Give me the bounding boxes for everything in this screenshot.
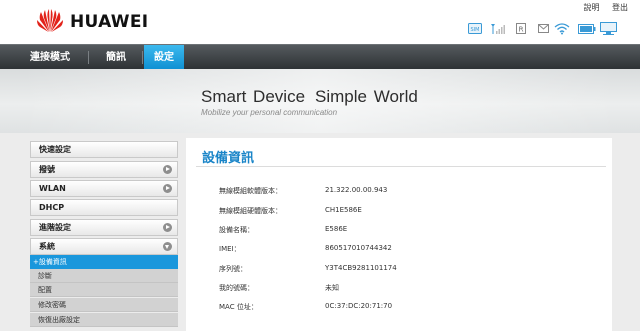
sidebar-item-advanced[interactable]: 進階設定: [30, 219, 178, 236]
help-link[interactable]: 說明: [583, 3, 599, 12]
main-nav: 連接模式 簡訊 設定: [0, 44, 640, 70]
main-panel: 設備資訊 無線模組軟體版本： 21.322.00.00.943 無線模組硬體版本…: [186, 138, 612, 331]
info-value: E586E: [325, 225, 348, 233]
info-value: Y3T4CB9281101174: [325, 264, 397, 272]
signal-icon: [491, 24, 505, 34]
slogan-part2: Simple World: [315, 87, 418, 106]
top-links: 說明 登出: [573, 2, 628, 13]
info-label: 設備名稱：: [219, 226, 254, 234]
svg-text:R: R: [519, 26, 524, 34]
sidebar-subitem-configuration[interactable]: 配置: [30, 283, 178, 297]
info-label: 無線模組軟體版本：: [219, 187, 282, 195]
info-label: 無線模組硬體版本：: [219, 207, 282, 215]
sidebar-item-label: 撥號: [39, 165, 55, 174]
page-title: 設備資訊: [202, 151, 255, 166]
tab-settings[interactable]: 設定: [144, 45, 184, 70]
banner-subslogan: Mobilize your personal communication: [201, 108, 338, 117]
nav-divider: [88, 51, 89, 64]
sidebar-subitem-change-password[interactable]: 修改密碼: [30, 298, 178, 312]
sim-icon: SIM: [468, 23, 482, 34]
sidebar-item-label: 進階設定: [39, 223, 71, 232]
sidebar-item-label: WLAN: [39, 184, 66, 193]
roaming-icon: R: [516, 23, 526, 34]
sidebar-item-system[interactable]: 系統: [30, 238, 178, 255]
sidebar-subitem-device-info[interactable]: +設備資訊: [30, 255, 178, 269]
tab-sms[interactable]: 簡訊: [94, 45, 138, 70]
sidebar-item-dhcp[interactable]: DHCP: [30, 199, 178, 216]
info-label: IMEI：: [219, 245, 241, 253]
sidebar-item-dialup[interactable]: 撥號: [30, 161, 178, 178]
sidebar-item-label: 快速設定: [39, 145, 71, 154]
sidebar-subitem-factory-reset[interactable]: 恢復出廠設定: [30, 313, 178, 327]
banner: Smart Device Simple World Mobilize your p…: [0, 69, 640, 133]
chevron-down-icon: [163, 242, 172, 251]
logout-link[interactable]: 登出: [612, 3, 628, 12]
slogan-part1: Smart Device: [201, 87, 306, 106]
header: HUAWEI 說明 登出 SIM R: [0, 0, 640, 44]
sidebar-item-label: 系統: [39, 242, 55, 251]
info-value: 21.322.00.00.943: [325, 186, 388, 194]
sidebar-item-quick-setup[interactable]: 快速設定: [30, 141, 178, 158]
wifi-icon: [554, 23, 570, 35]
sidebar: 快速設定 撥號 WLAN DHCP 進階設定 系統 +設備資訊 診斷 配置 修改…: [30, 138, 178, 331]
svg-text:SIM: SIM: [471, 27, 480, 33]
info-label: 我的號碼：: [219, 284, 254, 292]
sidebar-item-label: DHCP: [39, 203, 65, 212]
info-value: 0C:37:DC:20:71:70: [325, 302, 393, 310]
banner-slogan: Smart Device Simple World: [201, 87, 418, 107]
info-value: CH1E586E: [325, 206, 362, 214]
chevron-right-icon: [163, 165, 172, 174]
sidebar-subitem-diagnostics[interactable]: 診斷: [30, 269, 178, 283]
brand-name: HUAWEI: [70, 12, 149, 32]
huawei-logo-icon: [37, 9, 63, 32]
info-label: 序列號：: [219, 265, 247, 273]
internet-icon: [600, 22, 617, 35]
info-value: 860517010744342: [325, 244, 392, 252]
info-label: MAC 位址：: [219, 303, 258, 311]
chevron-right-icon: [163, 223, 172, 232]
sidebar-item-wlan[interactable]: WLAN: [30, 180, 178, 197]
title-divider: [196, 166, 606, 167]
nav-divider: [142, 51, 143, 64]
sms-icon: [538, 24, 549, 33]
chevron-right-icon: [163, 184, 172, 193]
tab-connection-mode[interactable]: 連接模式: [20, 45, 80, 70]
info-value: 未知: [325, 284, 339, 292]
battery-icon: [578, 24, 596, 34]
